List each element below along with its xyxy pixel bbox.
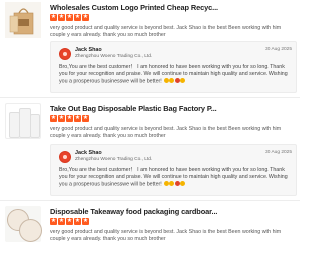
reply-date: 30 Aug 2025 bbox=[265, 47, 292, 52]
thumbs-up-emoji-icon bbox=[180, 78, 186, 84]
star-icon: ★ bbox=[66, 218, 73, 225]
seller-avatar bbox=[59, 48, 71, 60]
thumbs-up-emoji-icon bbox=[180, 181, 186, 187]
star-icon: ★ bbox=[74, 115, 81, 122]
bowl-image-icon bbox=[19, 219, 42, 242]
review-text: very good product and quality service is… bbox=[50, 25, 282, 39]
review-text: very good product and quality service is… bbox=[50, 126, 282, 140]
heart-emoji-icon bbox=[174, 181, 180, 187]
star-icon: ★ bbox=[66, 115, 73, 122]
star-icon: ★ bbox=[66, 14, 73, 21]
star-icon: ★ bbox=[50, 115, 57, 122]
smile-emoji-icon bbox=[169, 78, 175, 84]
seller-name: Jack Shao bbox=[75, 150, 102, 156]
review-divider bbox=[0, 200, 300, 201]
star-icon: ★ bbox=[58, 14, 65, 21]
star-icon: ★ bbox=[82, 218, 89, 225]
review-divider bbox=[0, 97, 300, 98]
star-icon: ★ bbox=[58, 218, 65, 225]
seller-reply: Jack Shao Zhengzhou Woeno Trading Co., L… bbox=[50, 41, 297, 93]
product-title[interactable]: Take Out Bag Disposable Plastic Bag Fact… bbox=[50, 104, 296, 113]
reply-date: 30 Aug 2025 bbox=[265, 150, 292, 155]
product-thumbnail[interactable] bbox=[5, 103, 41, 139]
seller-company: Zhengzhou Woeno Trading Co., Ltd. bbox=[75, 54, 153, 59]
rating-stars: ★ ★ ★ ★ ★ bbox=[50, 14, 89, 21]
seller-company: Zhengzhou Woeno Trading Co., Ltd. bbox=[75, 157, 153, 162]
star-icon: ★ bbox=[74, 218, 81, 225]
product-thumbnail[interactable] bbox=[5, 2, 41, 38]
rating-stars: ★ ★ ★ ★ ★ bbox=[50, 115, 89, 122]
heart-emoji-icon bbox=[174, 78, 180, 84]
paper-bag-image-icon bbox=[5, 2, 41, 38]
seller-name: Jack Shao bbox=[75, 47, 102, 53]
smile-emoji-icon bbox=[169, 181, 175, 187]
product-title[interactable]: Wholesales Custom Logo Printed Cheap Rec… bbox=[50, 3, 296, 12]
seller-avatar bbox=[59, 151, 71, 163]
star-icon: ★ bbox=[82, 14, 89, 21]
bag-image-icon bbox=[30, 114, 40, 138]
star-icon: ★ bbox=[50, 14, 57, 21]
star-icon: ★ bbox=[82, 115, 89, 122]
reply-text-block: Bro,You are the best customer！ I am hono… bbox=[59, 64, 291, 86]
reply-text-block: Bro,You are the best customer！ I am hono… bbox=[59, 167, 291, 189]
star-icon: ★ bbox=[74, 14, 81, 21]
star-icon: ★ bbox=[50, 218, 57, 225]
seller-reply: Jack Shao Zhengzhou Woeno Trading Co., L… bbox=[50, 144, 297, 196]
smile-emoji-icon bbox=[163, 78, 169, 84]
product-title[interactable]: Disposable Takeaway food packaging cardb… bbox=[50, 207, 296, 216]
product-thumbnail[interactable] bbox=[5, 206, 42, 242]
rating-stars: ★ ★ ★ ★ ★ bbox=[50, 218, 89, 225]
review-text: very good product and quality service is… bbox=[50, 229, 282, 243]
star-icon: ★ bbox=[58, 115, 65, 122]
smile-emoji-icon bbox=[163, 181, 169, 187]
